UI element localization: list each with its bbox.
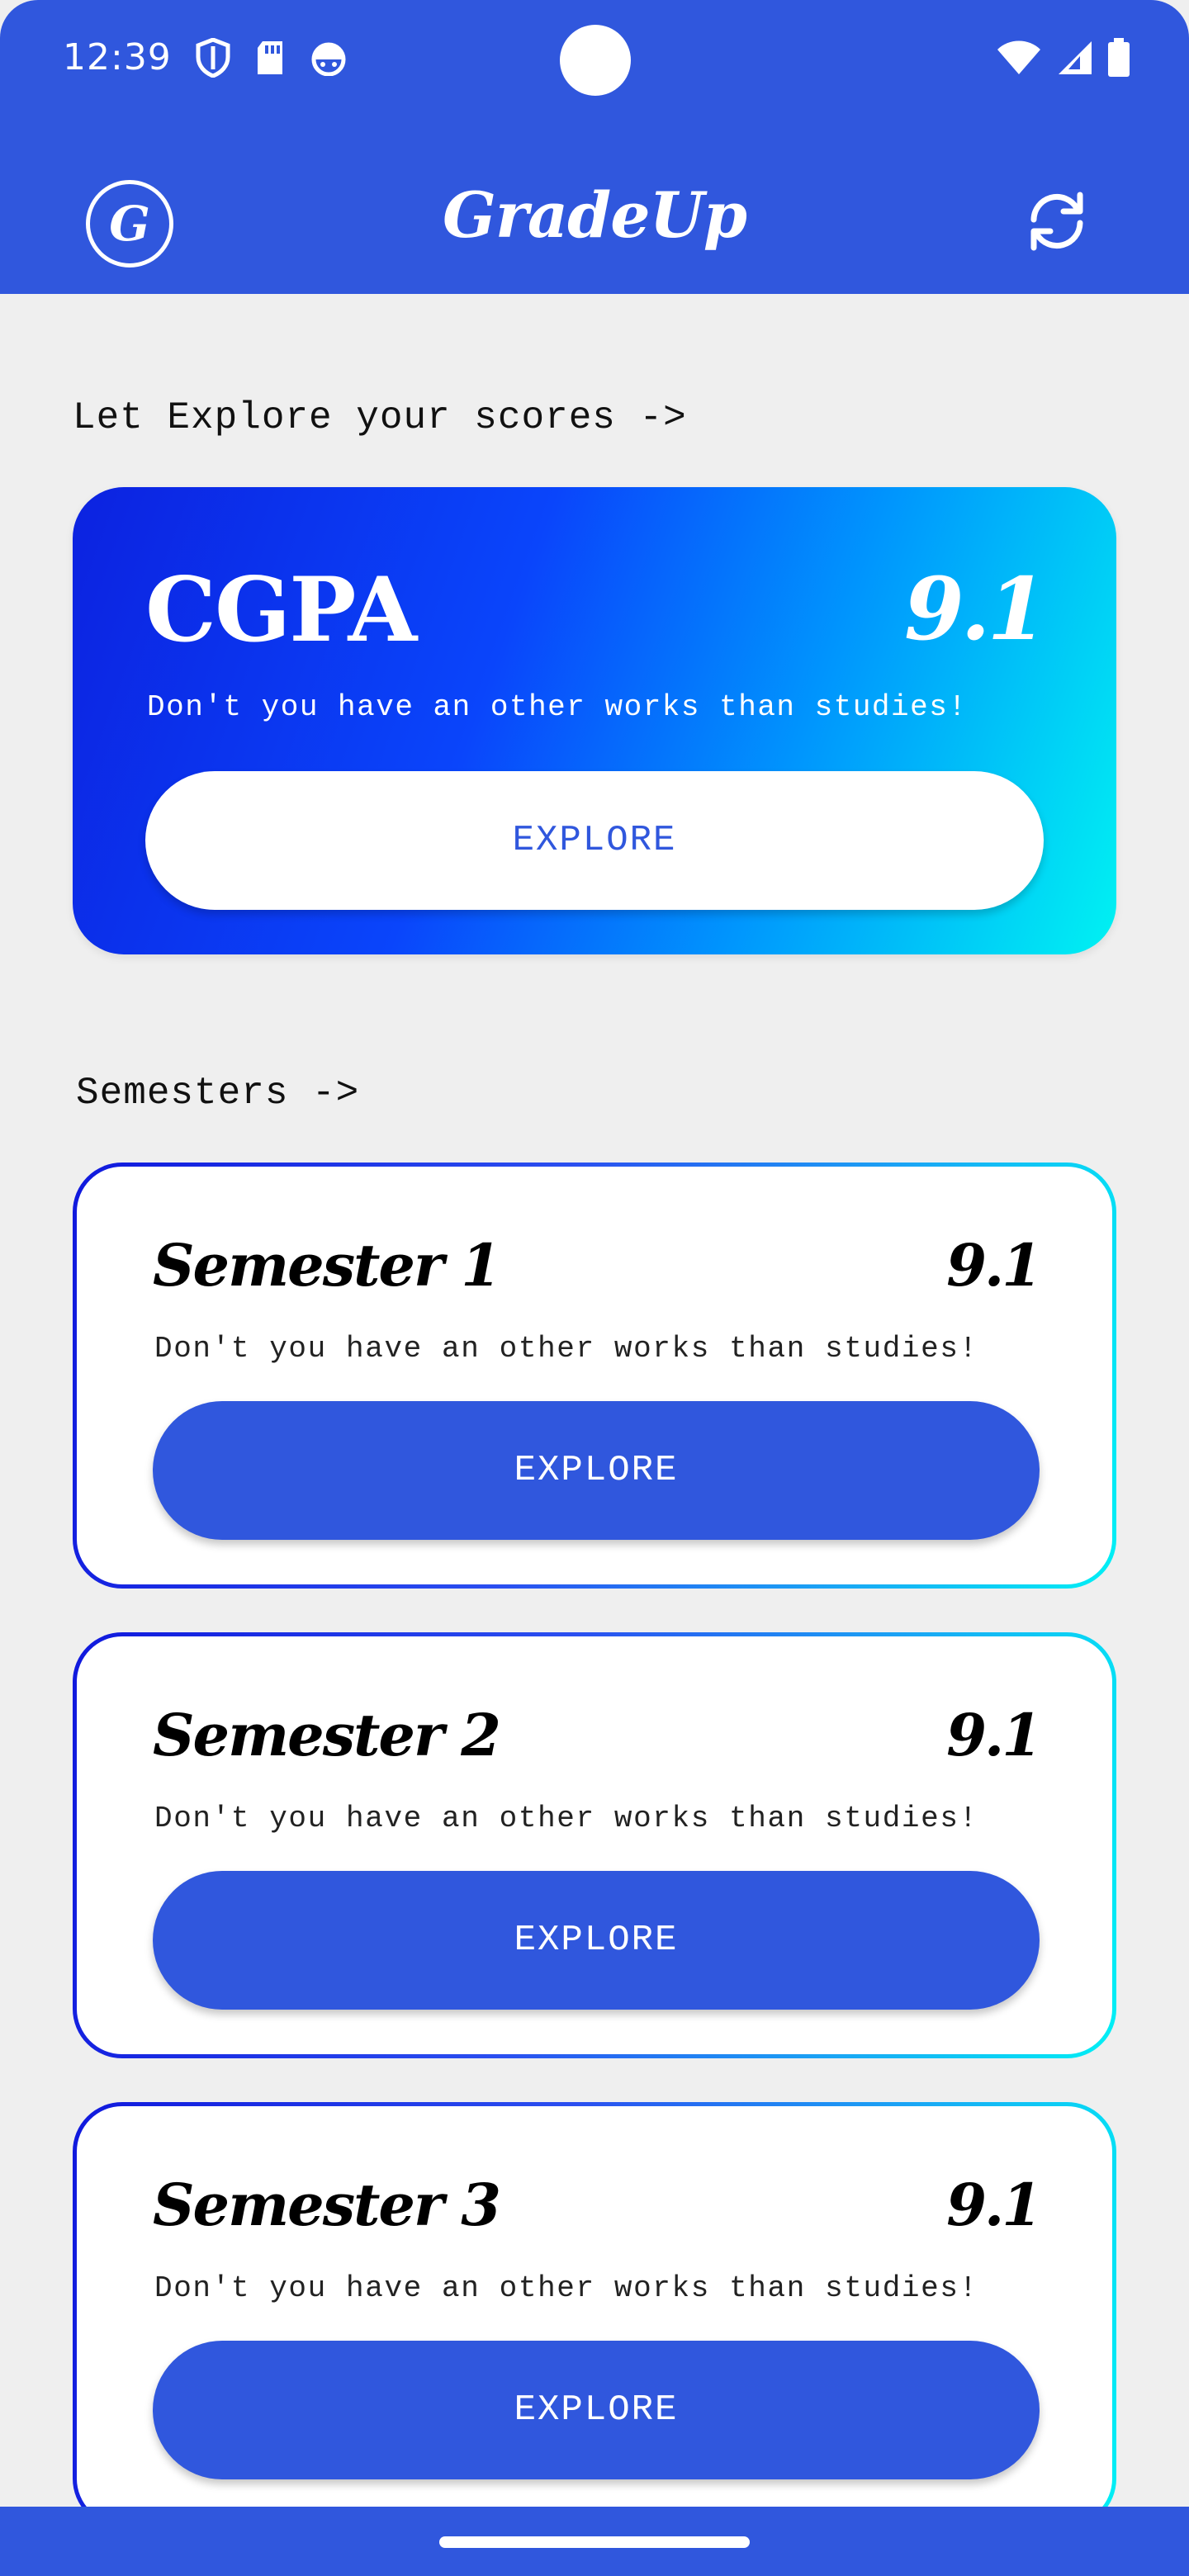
semester-title: Semester 1 xyxy=(153,1231,501,1300)
battery-icon xyxy=(1106,38,1131,82)
cgpa-subtitle: Don't you have an other works than studi… xyxy=(147,690,968,724)
top-bar: 12:39 G GradeUp xyxy=(0,0,1189,294)
camera-cutout xyxy=(560,25,631,96)
android-debug-icon xyxy=(309,40,348,80)
shield-icon xyxy=(195,37,231,82)
system-navigation-bar xyxy=(0,2507,1189,2576)
sd-card-icon xyxy=(254,40,286,80)
semester-subtitle: Don't you have an other works than studi… xyxy=(154,1332,978,1366)
semester-subtitle: Don't you have an other works than studi… xyxy=(154,1802,978,1835)
status-notification-icons xyxy=(195,37,348,82)
gesture-handle[interactable] xyxy=(439,2536,750,2548)
status-time: 12:39 xyxy=(63,36,172,78)
app-screen: 12:39 G GradeUp Let Explore your scores … xyxy=(0,0,1189,2576)
signal-icon xyxy=(1055,40,1093,80)
semester-card-body: Semester 2 9.1 Don't you have an other w… xyxy=(77,1636,1112,2054)
semester-value: 9.1 xyxy=(946,1701,1042,1769)
semester-value: 9.1 xyxy=(946,2171,1042,2239)
wifi-icon xyxy=(996,40,1042,80)
explore-scores-label: Let Explore your scores -> xyxy=(73,396,687,439)
app-bar: G GradeUp xyxy=(0,157,1189,281)
cgpa-card: CGPA 9.1 Don't you have an other works t… xyxy=(73,487,1116,954)
cgpa-explore-button[interactable]: EXPLORE xyxy=(145,771,1044,910)
status-bar: 12:39 xyxy=(0,0,1189,124)
app-title: GradeUp xyxy=(442,178,747,252)
status-system-icons xyxy=(996,38,1131,82)
semester-subtitle: Don't you have an other works than studi… xyxy=(154,2271,978,2305)
refresh-button[interactable] xyxy=(1022,187,1092,256)
cgpa-value: 9.1 xyxy=(904,558,1047,660)
semester-explore-button[interactable]: EXPLORE xyxy=(153,1871,1040,2010)
semester-card: Semester 1 9.1 Don't you have an other w… xyxy=(73,1163,1116,1589)
semester-card-body: Semester 1 9.1 Don't you have an other w… xyxy=(77,1167,1112,1584)
semester-explore-button[interactable]: EXPLORE xyxy=(153,2341,1040,2479)
semesters-label: Semesters -> xyxy=(76,1072,360,1115)
semester-explore-button[interactable]: EXPLORE xyxy=(153,1401,1040,1540)
semester-card: Semester 3 9.1 Don't you have an other w… xyxy=(73,2102,1116,2528)
semester-value: 9.1 xyxy=(946,1231,1042,1300)
semester-title: Semester 3 xyxy=(153,2171,501,2239)
semester-card-body: Semester 3 9.1 Don't you have an other w… xyxy=(77,2106,1112,2524)
semester-card: Semester 2 9.1 Don't you have an other w… xyxy=(73,1632,1116,2058)
cgpa-title: CGPA xyxy=(145,558,417,662)
semester-title: Semester 2 xyxy=(153,1701,501,1769)
refresh-icon xyxy=(1022,192,1092,259)
